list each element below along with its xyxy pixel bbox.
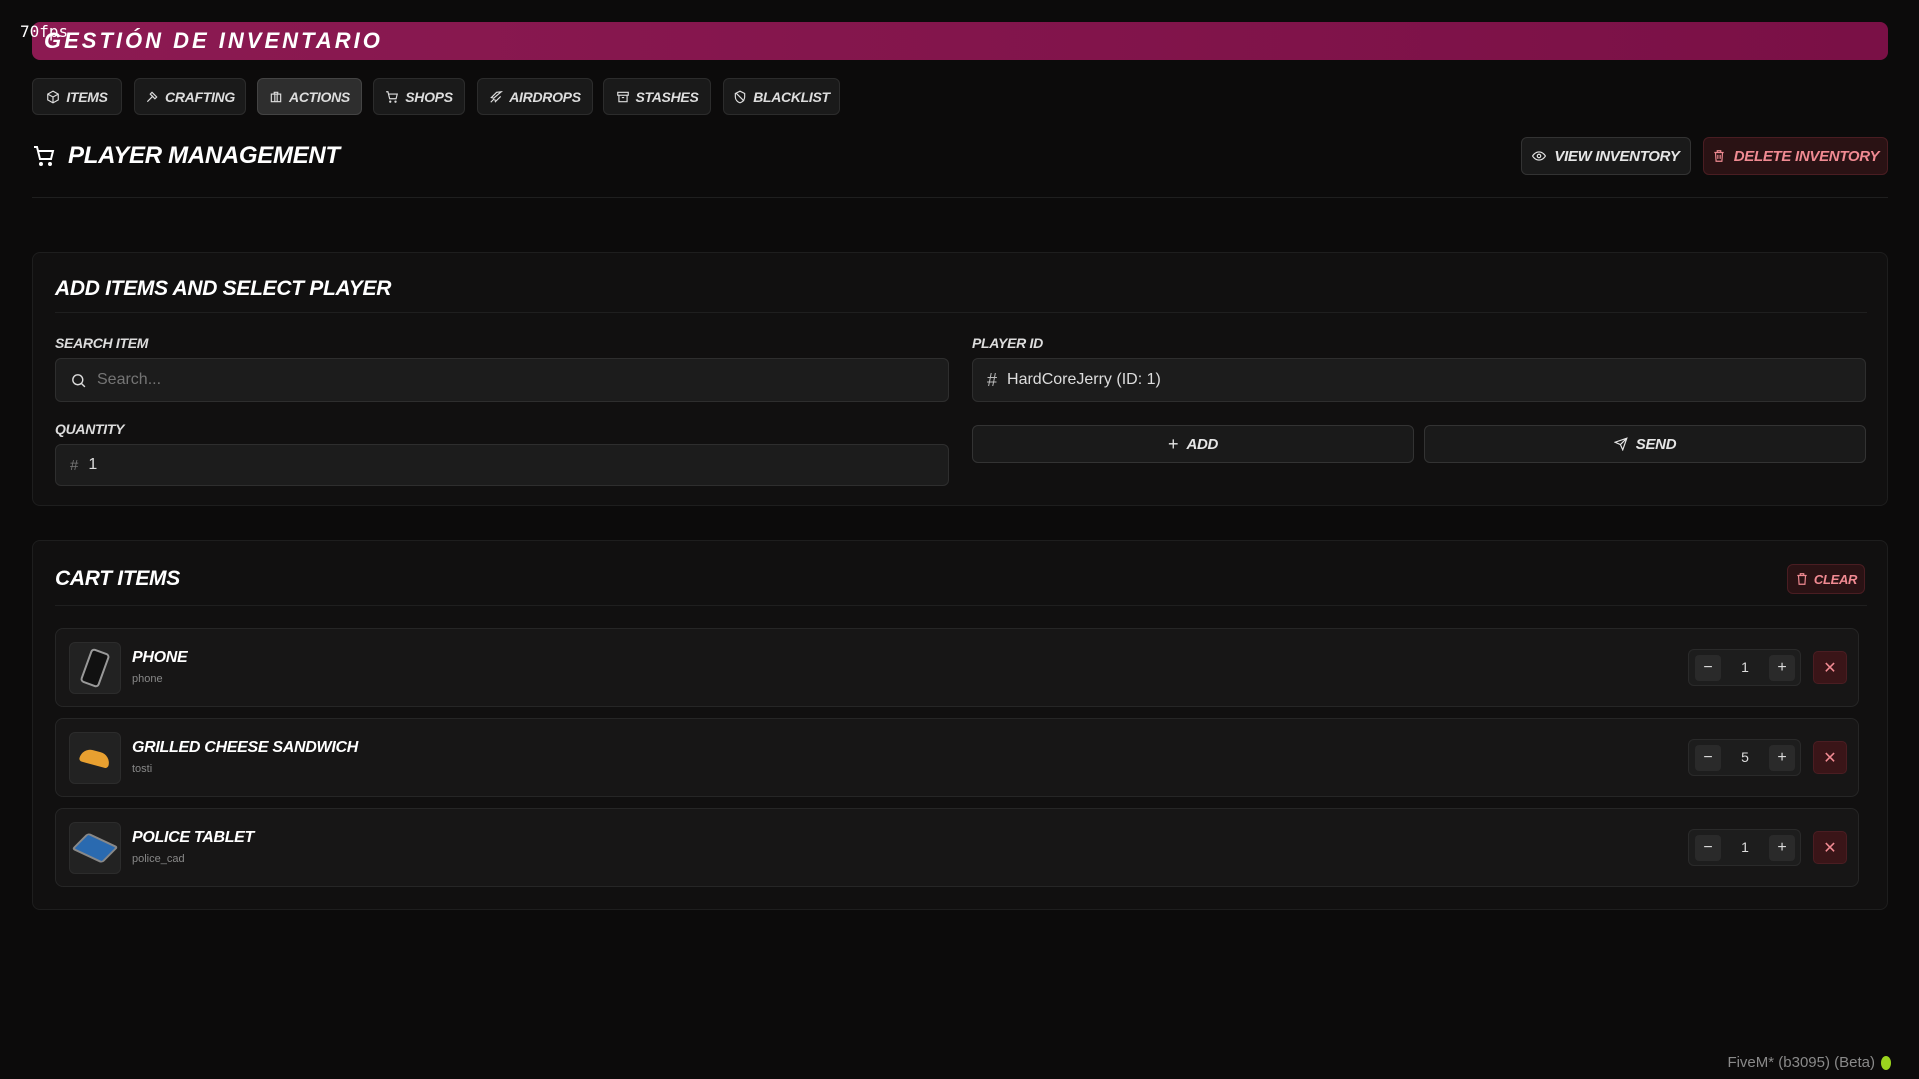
tablet-item-image [69, 822, 121, 874]
footer-text: FiveM* (b3095) (Beta) [1727, 1054, 1875, 1071]
tab-label: Blacklist [753, 88, 830, 105]
page-title-text: Player Management [68, 142, 340, 169]
trash-icon [1712, 149, 1726, 163]
card-title: Cart Items [55, 567, 180, 590]
quantity-field[interactable]: #1 [55, 444, 949, 486]
tab-shops[interactable]: Shops [373, 78, 465, 115]
archive-icon [616, 90, 630, 104]
plane-icon [489, 90, 504, 104]
tab-stashes[interactable]: Stashes [603, 78, 711, 115]
item-id: police_cad [132, 853, 185, 865]
remove-item-button[interactable]: ✕ [1813, 741, 1847, 774]
trash-icon [1795, 572, 1809, 586]
quantity-stepper: − 5 + [1688, 739, 1801, 776]
fivem-watermark: FiveM* (b3095) (Beta) [1727, 1054, 1891, 1071]
item-quantity: 1 [1741, 839, 1749, 855]
eye-icon [1532, 149, 1547, 163]
button-label: Clear [1813, 571, 1858, 587]
tab-crafting[interactable]: Crafting [134, 78, 246, 115]
tab-airdrops[interactable]: Airdrops [477, 78, 593, 115]
tab-label: Shops [405, 88, 453, 105]
send-icon [1613, 437, 1628, 451]
cart-item-row: Police tablet police_cad − 1 + ✕ [55, 808, 1859, 887]
button-label: Delete Inventory [1733, 147, 1880, 165]
quantity-stepper: − 1 + [1688, 649, 1801, 686]
send-button[interactable]: Send [1424, 425, 1866, 463]
view-inventory-button[interactable]: View Inventory [1521, 137, 1691, 175]
remove-item-button[interactable]: ✕ [1813, 651, 1847, 684]
phone-item-image [69, 642, 121, 694]
divider [55, 605, 1867, 606]
tab-label: Airdrops [509, 88, 581, 105]
increase-button[interactable]: + [1769, 745, 1795, 771]
shield-off-icon [733, 90, 747, 104]
sandwich-item-image [69, 732, 121, 784]
clear-cart-button[interactable]: Clear [1787, 564, 1865, 594]
button-label: View Inventory [1554, 147, 1680, 165]
tab-actions[interactable]: Actions [257, 78, 362, 115]
player-id-value: HardCoreJerry (ID: 1) [1007, 371, 1161, 388]
increase-button[interactable]: + [1769, 655, 1795, 681]
item-name: Police tablet [132, 829, 255, 846]
tab-label: Actions [289, 88, 350, 105]
quantity-label: Quantity [55, 421, 125, 437]
hammer-icon [145, 90, 159, 104]
cart-item-row: Phone phone − 1 + ✕ [55, 628, 1859, 707]
fivem-logo-icon [1881, 1055, 1891, 1070]
cart-item-row: Grilled Cheese Sandwich tosti − 5 + ✕ [55, 718, 1859, 797]
fps-counter: 70fps [20, 22, 69, 41]
search-field[interactable] [55, 358, 949, 402]
briefcase-icon [269, 90, 283, 104]
add-items-card: Add Items and Select Player Search Item … [32, 252, 1888, 506]
app-title: Gestión de Inventario [44, 28, 383, 53]
search-icon [70, 372, 87, 389]
package-icon [46, 89, 60, 104]
page-title: Player Management [32, 142, 340, 170]
tab-label: Crafting [165, 88, 235, 105]
item-id: phone [132, 673, 163, 685]
decrease-button[interactable]: − [1695, 655, 1721, 681]
item-id: tosti [132, 763, 153, 775]
button-label: Send [1635, 435, 1677, 453]
player-id-label: Player ID [972, 335, 1043, 351]
search-input[interactable] [97, 371, 888, 389]
hash-icon: # [987, 369, 998, 390]
search-label: Search Item [55, 335, 149, 351]
cart-icon [385, 90, 399, 104]
quantity-value: 1 [88, 456, 98, 473]
item-quantity: 1 [1741, 659, 1749, 675]
tab-label: Items [66, 88, 108, 105]
hash-icon: # [70, 456, 79, 474]
cart-icon [32, 144, 56, 168]
tab-blacklist[interactable]: Blacklist [723, 78, 840, 115]
divider [55, 312, 1867, 313]
quantity-stepper: − 1 + [1688, 829, 1801, 866]
decrease-button[interactable]: − [1695, 745, 1721, 771]
button-label: Add [1186, 435, 1219, 453]
divider [32, 197, 1888, 198]
item-name: Phone [132, 649, 188, 666]
tab-items[interactable]: Items [32, 78, 122, 115]
plus-icon: + [1167, 433, 1179, 454]
remove-item-button[interactable]: ✕ [1813, 831, 1847, 864]
increase-button[interactable]: + [1769, 835, 1795, 861]
tab-label: Stashes [635, 88, 699, 105]
delete-inventory-button[interactable]: Delete Inventory [1703, 137, 1888, 175]
decrease-button[interactable]: − [1695, 835, 1721, 861]
add-button[interactable]: + Add [972, 425, 1414, 463]
card-title: Add Items and Select Player [55, 277, 392, 300]
app-header: Gestión de Inventario [32, 22, 1888, 60]
player-id-field[interactable]: # HardCoreJerry (ID: 1) [972, 358, 1866, 402]
item-quantity: 5 [1741, 749, 1749, 765]
item-name: Grilled Cheese Sandwich [132, 739, 358, 756]
